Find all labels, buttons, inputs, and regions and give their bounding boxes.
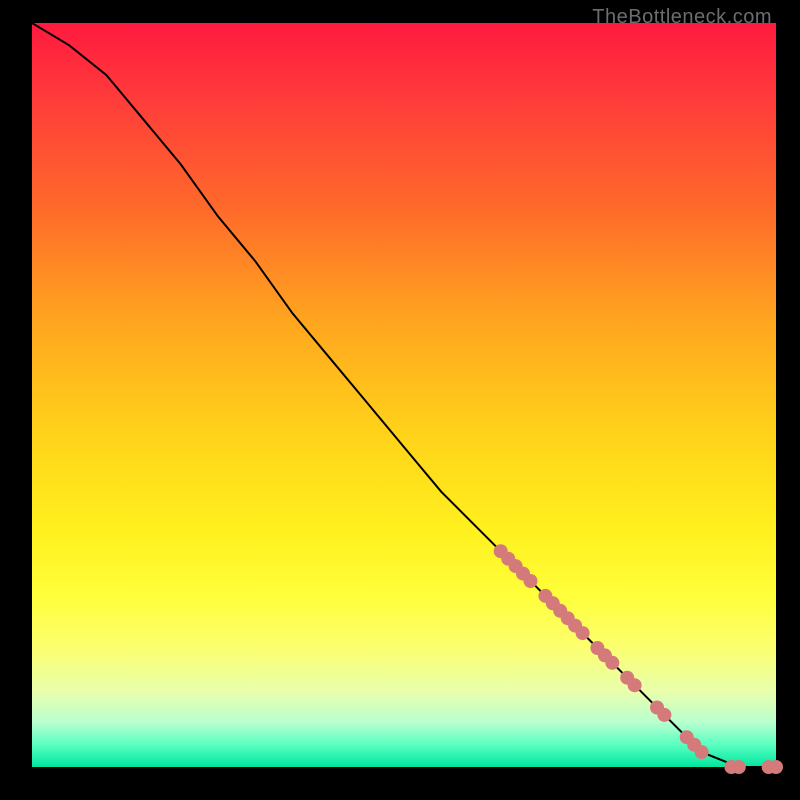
watermark-text: TheBottleneck.com [592,6,772,29]
curve-line [32,23,776,767]
data-point [576,626,590,640]
data-point [695,745,709,759]
data-point [524,574,538,588]
data-point [769,760,783,774]
data-point [628,678,642,692]
plot-area [32,23,776,767]
data-markers [494,544,783,774]
data-point [657,708,671,722]
data-point [732,760,746,774]
data-point [605,656,619,670]
chart-svg [32,23,776,767]
line-series [32,23,776,767]
chart-frame: TheBottleneck.com [0,0,800,800]
